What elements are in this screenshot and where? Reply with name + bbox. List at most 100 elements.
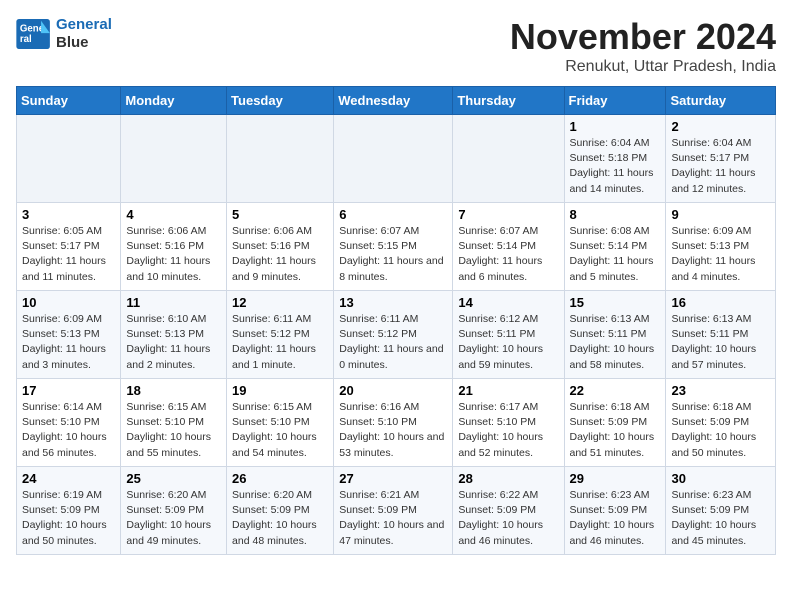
weekday-header-tuesday: Tuesday bbox=[227, 87, 334, 115]
day-info: Sunrise: 6:14 AM Sunset: 5:10 PM Dayligh… bbox=[22, 400, 115, 461]
calendar-cell: 4Sunrise: 6:06 AM Sunset: 5:16 PM Daylig… bbox=[121, 203, 227, 291]
day-info: Sunrise: 6:07 AM Sunset: 5:15 PM Dayligh… bbox=[339, 224, 447, 285]
logo: Gene ral General Blue bbox=[16, 16, 112, 52]
day-number: 3 bbox=[22, 207, 115, 222]
day-info: Sunrise: 6:19 AM Sunset: 5:09 PM Dayligh… bbox=[22, 488, 115, 549]
weekday-header-thursday: Thursday bbox=[453, 87, 564, 115]
calendar-cell: 13 Sunrise: 6:11 AM Sunset: 5:12 PM Dayli… bbox=[334, 291, 453, 379]
calendar-cell bbox=[227, 115, 334, 203]
day-info: Sunrise: 6:21 AM Sunset: 5:09 PM Dayligh… bbox=[339, 488, 447, 549]
weekday-header-friday: Friday bbox=[564, 87, 666, 115]
calendar-week-row: 24Sunrise: 6:19 AM Sunset: 5:09 PM Dayli… bbox=[17, 467, 776, 555]
day-number: 7 bbox=[458, 207, 558, 222]
day-number: 21 bbox=[458, 383, 558, 398]
day-number: 27 bbox=[339, 471, 447, 486]
day-number: 19 bbox=[232, 383, 328, 398]
day-info: Sunrise: 6:07 AM Sunset: 5:14 PM Dayligh… bbox=[458, 224, 558, 285]
day-number: 6 bbox=[339, 207, 447, 222]
day-number: 12 bbox=[232, 295, 328, 310]
weekday-header-monday: Monday bbox=[121, 87, 227, 115]
calendar-cell: 27 Sunrise: 6:21 AM Sunset: 5:09 PM Dayli… bbox=[334, 467, 453, 555]
calendar-cell: 5 Sunrise: 6:06 AM Sunset: 5:16 PM Daylig… bbox=[227, 203, 334, 291]
day-info: Sunrise: 6:05 AM Sunset: 5:17 PM Dayligh… bbox=[22, 224, 115, 285]
weekday-header-sunday: Sunday bbox=[17, 87, 121, 115]
day-number: 14 bbox=[458, 295, 558, 310]
calendar-cell bbox=[453, 115, 564, 203]
calendar-week-row: 10 Sunrise: 6:09 AM Sunset: 5:13 PM Dayli… bbox=[17, 291, 776, 379]
calendar-cell: 17 Sunrise: 6:14 AM Sunset: 5:10 PM Dayli… bbox=[17, 379, 121, 467]
day-number: 22 bbox=[570, 383, 661, 398]
svg-text:Gene: Gene bbox=[20, 23, 45, 34]
svg-text:ral: ral bbox=[20, 34, 32, 45]
calendar-cell: 2 Sunrise: 6:04 AM Sunset: 5:17 PM Daylig… bbox=[666, 115, 776, 203]
day-info: Sunrise: 6:20 AM Sunset: 5:09 PM Dayligh… bbox=[232, 488, 328, 549]
calendar-cell bbox=[17, 115, 121, 203]
day-number: 4 bbox=[126, 207, 221, 222]
day-info: Sunrise: 6:23 AM Sunset: 5:09 PM Dayligh… bbox=[570, 488, 661, 549]
calendar-cell: 14 Sunrise: 6:12 AM Sunset: 5:11 PM Dayli… bbox=[453, 291, 564, 379]
weekday-header-saturday: Saturday bbox=[666, 87, 776, 115]
calendar-table: SundayMondayTuesdayWednesdayThursdayFrid… bbox=[16, 86, 776, 555]
calendar-cell: 26 Sunrise: 6:20 AM Sunset: 5:09 PM Dayli… bbox=[227, 467, 334, 555]
day-number: 2 bbox=[671, 119, 770, 134]
day-number: 11 bbox=[126, 295, 221, 310]
day-number: 5 bbox=[232, 207, 328, 222]
calendar-cell: 3 Sunrise: 6:05 AM Sunset: 5:17 PM Daylig… bbox=[17, 203, 121, 291]
day-info: Sunrise: 6:13 AM Sunset: 5:11 PM Dayligh… bbox=[671, 312, 770, 373]
day-info: Sunrise: 6:18 AM Sunset: 5:09 PM Dayligh… bbox=[671, 400, 770, 461]
day-info: Sunrise: 6:23 AM Sunset: 5:09 PM Dayligh… bbox=[671, 488, 770, 549]
day-info: Sunrise: 6:04 AM Sunset: 5:17 PM Dayligh… bbox=[671, 136, 770, 197]
day-number: 26 bbox=[232, 471, 328, 486]
day-info: Sunrise: 6:09 AM Sunset: 5:13 PM Dayligh… bbox=[22, 312, 115, 373]
day-info: Sunrise: 6:22 AM Sunset: 5:09 PM Dayligh… bbox=[458, 488, 558, 549]
calendar-cell: 22Sunrise: 6:18 AM Sunset: 5:09 PM Dayli… bbox=[564, 379, 666, 467]
calendar-week-row: 3 Sunrise: 6:05 AM Sunset: 5:17 PM Daylig… bbox=[17, 203, 776, 291]
weekday-header-wednesday: Wednesday bbox=[334, 87, 453, 115]
day-number: 16 bbox=[671, 295, 770, 310]
location-title: Renukut, Uttar Pradesh, India bbox=[510, 58, 776, 76]
title-area: November 2024 Renukut, Uttar Pradesh, In… bbox=[510, 16, 776, 76]
day-number: 13 bbox=[339, 295, 447, 310]
day-info: Sunrise: 6:11 AM Sunset: 5:12 PM Dayligh… bbox=[339, 312, 447, 373]
calendar-cell: 12Sunrise: 6:11 AM Sunset: 5:12 PM Dayli… bbox=[227, 291, 334, 379]
calendar-cell: 23Sunrise: 6:18 AM Sunset: 5:09 PM Dayli… bbox=[666, 379, 776, 467]
calendar-cell: 9 Sunrise: 6:09 AM Sunset: 5:13 PM Daylig… bbox=[666, 203, 776, 291]
day-number: 15 bbox=[570, 295, 661, 310]
calendar-cell: 29Sunrise: 6:23 AM Sunset: 5:09 PM Dayli… bbox=[564, 467, 666, 555]
calendar-week-row: 17 Sunrise: 6:14 AM Sunset: 5:10 PM Dayli… bbox=[17, 379, 776, 467]
day-info: Sunrise: 6:20 AM Sunset: 5:09 PM Dayligh… bbox=[126, 488, 221, 549]
calendar-cell: 28 Sunrise: 6:22 AM Sunset: 5:09 PM Dayli… bbox=[453, 467, 564, 555]
day-number: 9 bbox=[671, 207, 770, 222]
calendar-cell: 11Sunrise: 6:10 AM Sunset: 5:13 PM Dayli… bbox=[121, 291, 227, 379]
logo-icon: Gene ral bbox=[16, 19, 52, 49]
day-info: Sunrise: 6:12 AM Sunset: 5:11 PM Dayligh… bbox=[458, 312, 558, 373]
day-info: Sunrise: 6:15 AM Sunset: 5:10 PM Dayligh… bbox=[126, 400, 221, 461]
day-info: Sunrise: 6:15 AM Sunset: 5:10 PM Dayligh… bbox=[232, 400, 328, 461]
logo-text-line2: Blue bbox=[56, 34, 112, 52]
weekday-header-row: SundayMondayTuesdayWednesdayThursdayFrid… bbox=[17, 87, 776, 115]
calendar-cell: 7 Sunrise: 6:07 AM Sunset: 5:14 PM Daylig… bbox=[453, 203, 564, 291]
day-number: 10 bbox=[22, 295, 115, 310]
day-number: 18 bbox=[126, 383, 221, 398]
calendar-cell bbox=[334, 115, 453, 203]
day-info: Sunrise: 6:16 AM Sunset: 5:10 PM Dayligh… bbox=[339, 400, 447, 461]
day-info: Sunrise: 6:04 AM Sunset: 5:18 PM Dayligh… bbox=[570, 136, 661, 197]
calendar-cell: 20 Sunrise: 6:16 AM Sunset: 5:10 PM Dayli… bbox=[334, 379, 453, 467]
day-info: Sunrise: 6:13 AM Sunset: 5:11 PM Dayligh… bbox=[570, 312, 661, 373]
logo-text-line1: General bbox=[56, 16, 112, 34]
day-number: 28 bbox=[458, 471, 558, 486]
calendar-cell: 30 Sunrise: 6:23 AM Sunset: 5:09 PM Dayli… bbox=[666, 467, 776, 555]
calendar-cell: 25Sunrise: 6:20 AM Sunset: 5:09 PM Dayli… bbox=[121, 467, 227, 555]
day-number: 20 bbox=[339, 383, 447, 398]
day-info: Sunrise: 6:06 AM Sunset: 5:16 PM Dayligh… bbox=[232, 224, 328, 285]
day-info: Sunrise: 6:09 AM Sunset: 5:13 PM Dayligh… bbox=[671, 224, 770, 285]
day-number: 30 bbox=[671, 471, 770, 486]
day-number: 8 bbox=[570, 207, 661, 222]
day-info: Sunrise: 6:08 AM Sunset: 5:14 PM Dayligh… bbox=[570, 224, 661, 285]
calendar-cell: 21Sunrise: 6:17 AM Sunset: 5:10 PM Dayli… bbox=[453, 379, 564, 467]
calendar-cell: 6 Sunrise: 6:07 AM Sunset: 5:15 PM Daylig… bbox=[334, 203, 453, 291]
calendar-cell: 15 Sunrise: 6:13 AM Sunset: 5:11 PM Dayli… bbox=[564, 291, 666, 379]
calendar-cell: 8 Sunrise: 6:08 AM Sunset: 5:14 PM Daylig… bbox=[564, 203, 666, 291]
calendar-cell bbox=[121, 115, 227, 203]
day-number: 17 bbox=[22, 383, 115, 398]
